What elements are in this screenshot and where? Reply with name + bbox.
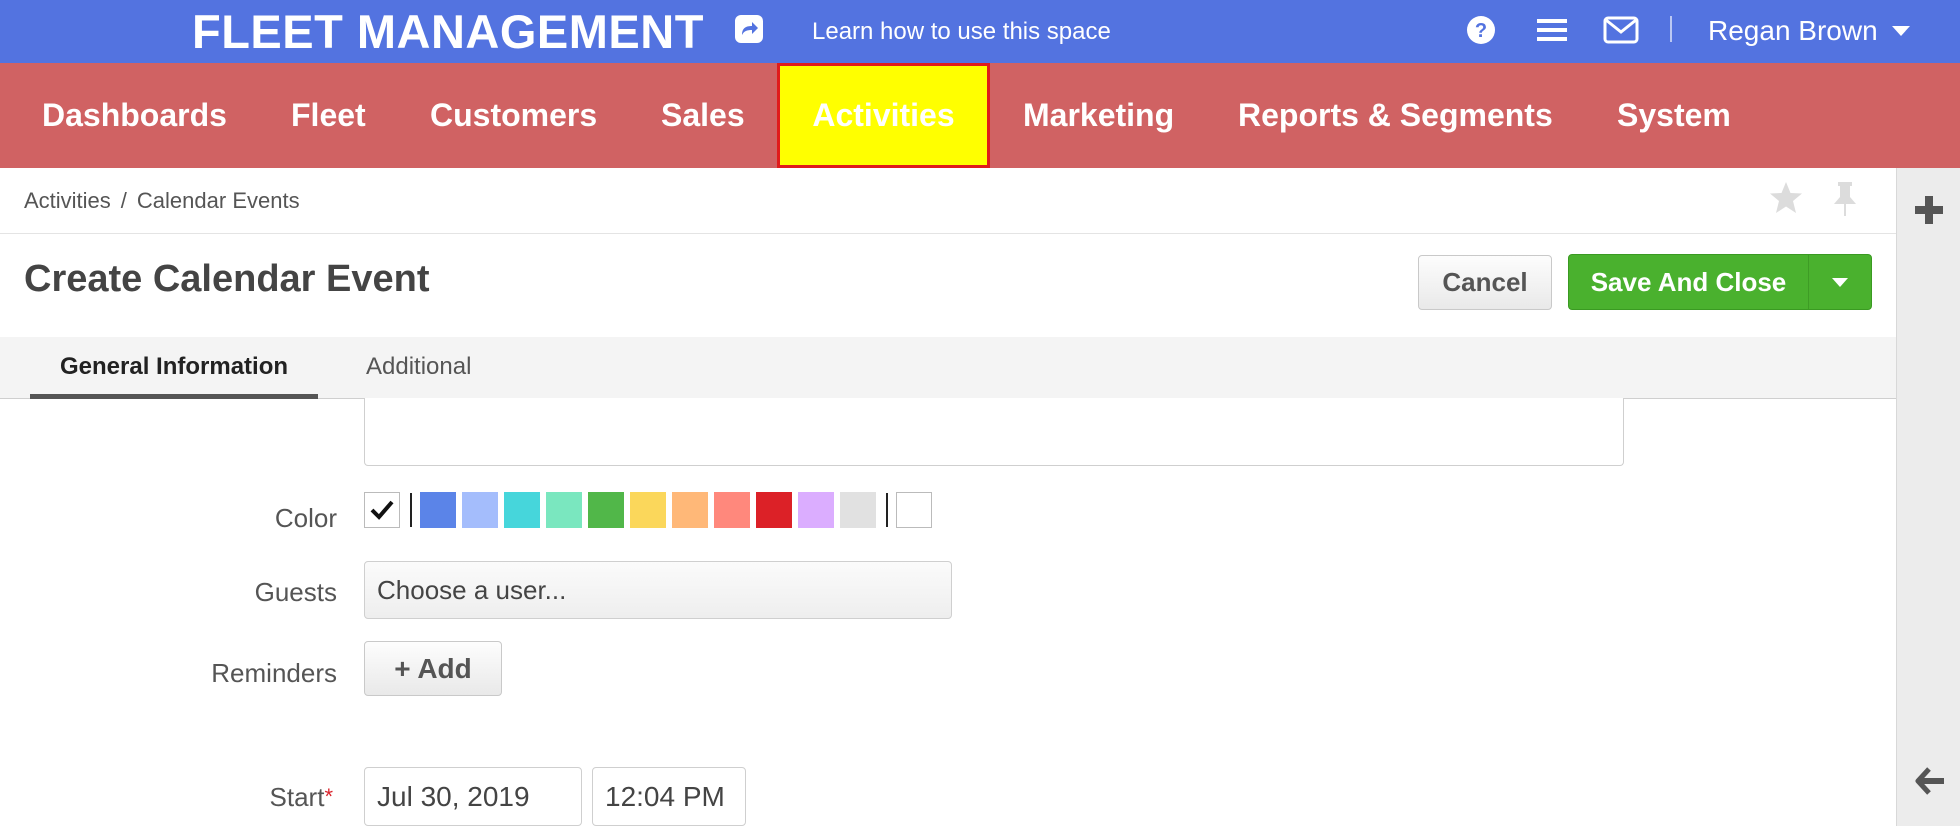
color-swatch[interactable]	[630, 492, 666, 528]
header-divider	[1670, 16, 1672, 42]
breadcrumb-current: Calendar Events	[136, 188, 300, 213]
color-swatch[interactable]	[798, 492, 834, 528]
arrow-left-icon[interactable]	[1915, 766, 1945, 796]
color-swatch[interactable]	[420, 492, 456, 528]
user-menu[interactable]: Regan Brown	[1708, 14, 1910, 48]
breadcrumb-parent[interactable]: Activities	[24, 188, 111, 214]
start-time-input[interactable]: 12:04 PM	[592, 767, 746, 826]
color-swatch[interactable]	[546, 492, 582, 528]
nav-item-system[interactable]: System	[1617, 63, 1731, 168]
pin-icon[interactable]	[1830, 180, 1860, 218]
checkmark-icon	[370, 500, 394, 520]
help-icon[interactable]: ?	[1466, 15, 1496, 45]
color-swatch[interactable]	[714, 492, 750, 528]
chevron-down-icon	[1832, 277, 1848, 287]
color-swatch[interactable]	[588, 492, 624, 528]
tabs-bar: General Information Additional	[0, 337, 1896, 399]
color-swatch[interactable]	[672, 492, 708, 528]
mail-icon[interactable]	[1603, 16, 1639, 44]
right-sidebar	[1896, 168, 1960, 826]
tab-additional[interactable]: Additional	[366, 337, 471, 399]
divider	[0, 233, 1896, 234]
description-textarea[interactable]	[364, 398, 1624, 466]
top-bar: FLEET MANAGEMENT Learn how to use this s…	[0, 0, 1960, 63]
page-title: Create Calendar Event	[24, 258, 430, 300]
save-and-close-button[interactable]: Save And Close	[1569, 255, 1809, 309]
add-reminder-button[interactable]: + Add	[364, 641, 502, 696]
nav-item-marketing[interactable]: Marketing	[1023, 63, 1174, 168]
app-title[interactable]: FLEET MANAGEMENT	[192, 5, 704, 59]
guests-select[interactable]: Choose a user...	[364, 561, 952, 619]
breadcrumb: Activities / Calendar Events	[24, 188, 300, 214]
star-icon[interactable]	[1768, 180, 1804, 216]
share-icon[interactable]	[734, 14, 764, 44]
user-name: Regan Brown	[1708, 15, 1878, 46]
start-label-text: Start	[269, 782, 325, 812]
color-label: Color	[274, 503, 337, 533]
reminders-label: Reminders	[211, 658, 337, 688]
swatch-separator	[410, 493, 412, 527]
color-swatch[interactable]	[840, 492, 876, 528]
learn-link[interactable]: Learn how to use this space	[812, 18, 1111, 46]
nav-item-reports-segments[interactable]: Reports & Segments	[1238, 63, 1553, 168]
menu-icon[interactable]	[1537, 17, 1567, 43]
tab-general-information[interactable]: General Information	[30, 337, 319, 399]
cancel-button[interactable]: Cancel	[1418, 255, 1552, 310]
nav-item-customers[interactable]: Customers	[430, 63, 597, 168]
color-swatch[interactable]	[504, 492, 540, 528]
guests-label: Guests	[254, 577, 337, 607]
main-nav: Dashboards Fleet Customers Sales Activit…	[0, 63, 1960, 168]
save-button-group: Save And Close	[1568, 254, 1872, 310]
nav-item-sales[interactable]: Sales	[661, 63, 745, 168]
nav-item-activities[interactable]: Activities	[777, 63, 990, 168]
plus-icon[interactable]	[1915, 196, 1943, 224]
start-date-input[interactable]: Jul 30, 2019	[364, 767, 582, 826]
breadcrumb-separator: /	[120, 188, 127, 213]
color-swatch-custom[interactable]	[896, 492, 932, 528]
swatch-separator	[886, 493, 888, 527]
color-swatch-none[interactable]	[364, 492, 400, 528]
start-label: Start*	[33, 782, 333, 812]
color-swatch[interactable]	[756, 492, 792, 528]
nav-item-fleet[interactable]: Fleet	[291, 63, 366, 168]
chevron-down-icon	[1891, 26, 1910, 36]
save-options-dropdown[interactable]	[1809, 255, 1871, 309]
svg-text:?: ?	[1475, 20, 1487, 42]
nav-item-dashboards[interactable]: Dashboards	[42, 63, 227, 168]
required-marker: *	[324, 784, 333, 809]
color-picker	[364, 492, 938, 528]
color-swatch[interactable]	[462, 492, 498, 528]
